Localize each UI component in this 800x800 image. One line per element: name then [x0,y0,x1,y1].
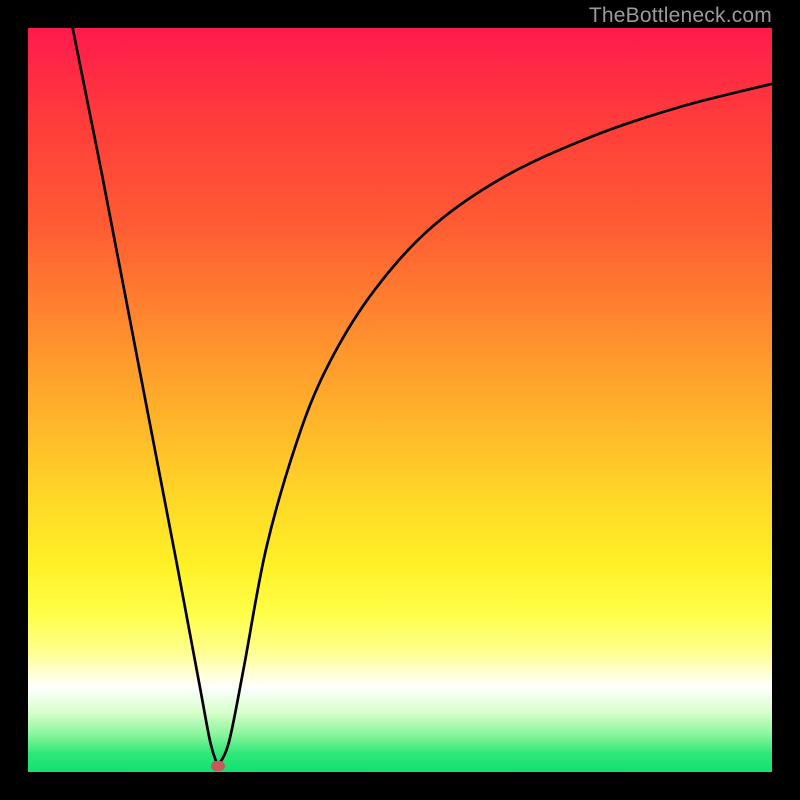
optimum-dot-icon [211,761,225,771]
plot-area [28,28,772,772]
curve-path [73,28,772,768]
bottleneck-curve [28,28,772,772]
chart-frame: TheBottleneck.com [0,0,800,800]
attribution-label: TheBottleneck.com [589,4,772,28]
